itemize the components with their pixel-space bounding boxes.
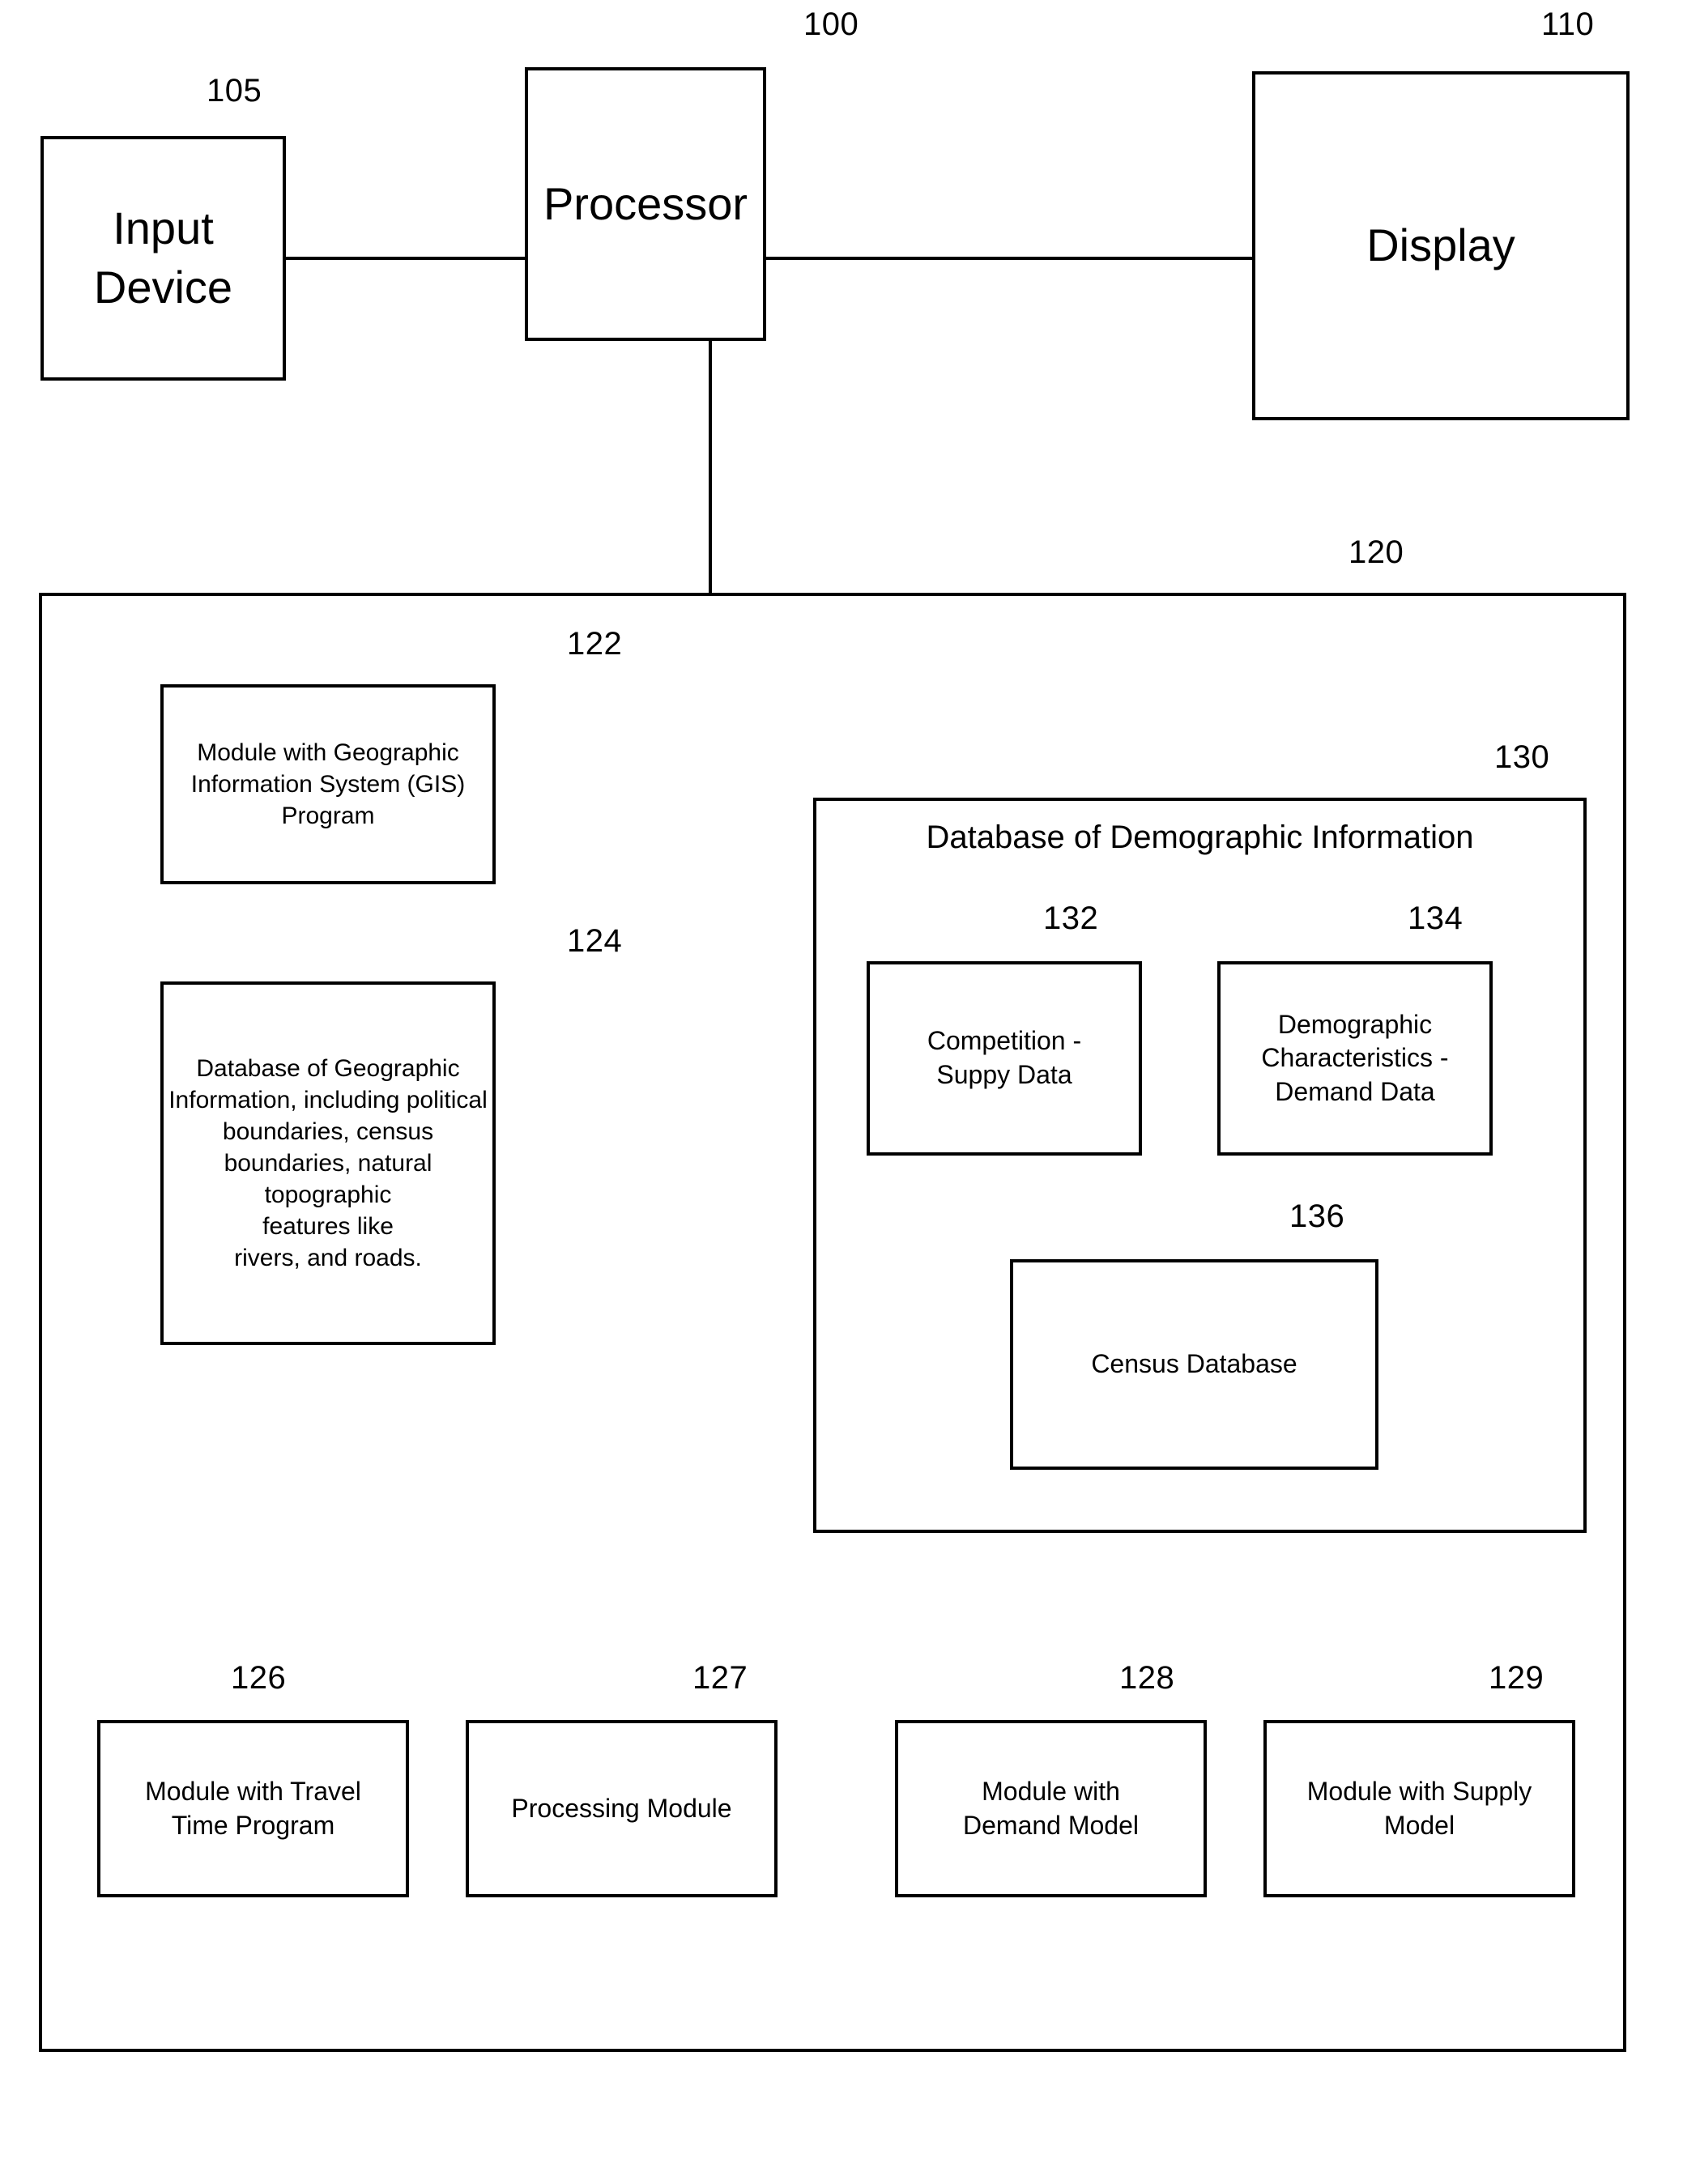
ref-numeral-128: 128 [1119,1660,1175,1696]
connector-processor-to-system [709,339,712,594]
ref-numeral-127: 127 [692,1660,748,1696]
connector-processor-to-display [765,257,1254,260]
supply-model-module-box: Module with Supply Model [1263,1720,1575,1897]
ref-numeral-110: 110 [1541,6,1595,42]
travel-time-module-box: Module with Travel Time Program [97,1720,409,1897]
display-label: Display [1366,219,1515,271]
connector-input-to-processor [285,257,526,260]
display-box: Display [1252,71,1630,420]
ref-numeral-120: 120 [1348,534,1404,570]
census-database-label: Census Database [1091,1349,1297,1379]
ref-numeral-136: 136 [1289,1198,1345,1234]
demographic-characteristics-demand-data-label: Demographic Characteristics - Demand Dat… [1261,1009,1449,1106]
geographic-database-label: Database of Geographic Information, incl… [168,1055,488,1271]
demographic-characteristics-demand-data-box: Demographic Characteristics - Demand Dat… [1217,961,1493,1156]
ref-numeral-105: 105 [207,73,262,109]
processing-module-label: Processing Module [511,1793,732,1823]
patent-figure: 105 100 110 Input Device Processor Displ… [0,0,1700,2184]
gis-module-label: Module with Geographic Information Syste… [190,739,466,829]
competition-supply-data-label: Competition - Suppy Data [927,1026,1082,1089]
demographic-database-title: Database of Demographic Information [926,820,1474,855]
input-device-box: Input Device [40,136,286,381]
ref-numeral-129: 129 [1489,1660,1544,1696]
demand-model-module-box: Module with Demand Model [895,1720,1207,1897]
geographic-database-box: Database of Geographic Information, incl… [160,981,496,1345]
ref-numeral-130: 130 [1494,739,1550,775]
input-device-label: Input Device [93,202,233,313]
competition-supply-data-box: Competition - Suppy Data [867,961,1142,1156]
supply-model-module-label: Module with Supply Model [1306,1776,1532,1840]
processor-box: Processor [525,67,766,341]
processing-module-box: Processing Module [466,1720,778,1897]
ref-numeral-126: 126 [231,1660,287,1696]
census-database-box: Census Database [1010,1259,1378,1470]
ref-numeral-134: 134 [1408,900,1464,936]
gis-module-box: Module with Geographic Information Syste… [160,684,496,884]
ref-numeral-124: 124 [567,923,623,959]
ref-numeral-100: 100 [803,6,859,42]
ref-numeral-122: 122 [567,626,623,662]
processor-label: Processor [543,177,748,229]
travel-time-module-label: Module with Travel Time Program [145,1776,361,1840]
demand-model-module-label: Module with Demand Model [963,1776,1139,1840]
ref-numeral-132: 132 [1043,900,1099,936]
